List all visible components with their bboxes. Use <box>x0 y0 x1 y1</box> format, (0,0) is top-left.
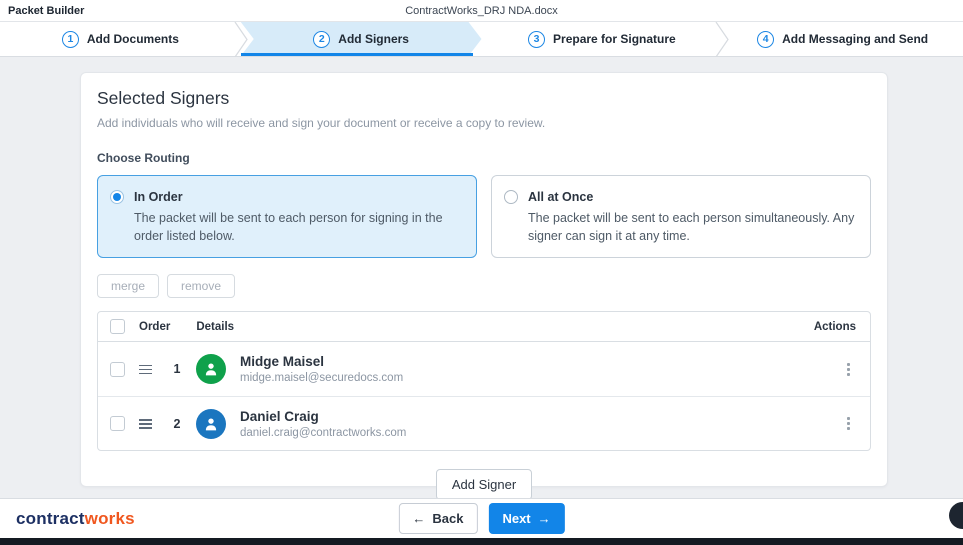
step-number-badge: 4 <box>757 30 775 48</box>
contractworks-logo: contractworks <box>16 509 135 529</box>
radio-selected-icon[interactable] <box>110 190 124 204</box>
chat-widget-button[interactable] <box>949 502 963 529</box>
table-header-row: Order Details Actions <box>98 312 870 343</box>
next-arrow-icon: → <box>537 511 551 526</box>
step-number-badge: 2 <box>313 30 331 48</box>
choose-routing-label: Choose Routing <box>97 151 190 165</box>
step-add-messaging-and-send[interactable]: 4 Add Messaging and Send <box>722 22 963 56</box>
details-column-header: Details <box>196 320 235 333</box>
footer-bar: contractworks ← Back Next → <box>0 498 963 538</box>
next-button[interactable]: Next → <box>488 503 565 534</box>
routing-option-title: All at Once <box>528 190 594 204</box>
signer-order: 1 <box>173 362 181 377</box>
signer-name: Midge Maisel <box>240 354 325 370</box>
main-area: Selected Signers Add individuals who wil… <box>0 58 963 501</box>
next-button-label: Next <box>502 511 531 526</box>
page-subtitle: Add individuals who will receive and sig… <box>97 116 546 130</box>
avatar <box>196 354 226 385</box>
back-button[interactable]: ← Back <box>398 503 478 534</box>
footer-navigation: ← Back Next → <box>398 503 565 534</box>
step-number-badge: 3 <box>528 30 546 48</box>
step-add-signers-active[interactable]: 2 Add Signers <box>240 22 482 56</box>
radio-unselected-icon[interactable] <box>504 190 518 204</box>
app-title: Packet Builder <box>8 4 85 17</box>
document-name: ContractWorks_DRJ NDA.docx <box>405 4 558 17</box>
step-label: Prepare for Signature <box>553 32 676 46</box>
row-checkbox[interactable] <box>110 361 125 377</box>
actions-column-header: Actions <box>813 320 856 333</box>
person-icon <box>205 363 217 376</box>
add-signer-button[interactable]: Add Signer <box>435 469 533 501</box>
back-button-label: Back <box>432 511 464 526</box>
select-all-checkbox[interactable] <box>110 319 125 335</box>
order-column-header: Order <box>139 320 171 333</box>
add-signer-container: Add Signer <box>97 469 871 501</box>
avatar <box>196 408 226 439</box>
signer-email: midge.maisel@securedocs.com <box>240 372 404 385</box>
routing-option-in-order[interactable]: In Order The packet will be sent to each… <box>97 175 477 259</box>
routing-option-all-at-once[interactable]: All at Once The packet will be sent to e… <box>491 175 871 259</box>
bulk-actions: merge remove <box>97 274 871 299</box>
merge-button[interactable]: merge <box>97 274 160 299</box>
table-row: 1 Midge Maisel midge.maisel@securedocs.c… <box>98 342 870 396</box>
logo-part-contract: contract <box>16 508 85 528</box>
signer-name: Daniel Craig <box>240 408 319 424</box>
bottom-accent-bar <box>0 538 963 545</box>
routing-option-title: In Order <box>134 190 183 204</box>
person-icon <box>205 418 217 431</box>
step-wizard: 1 Add Documents 2 Add Signers 3 Prepare … <box>0 22 963 57</box>
active-step-underline <box>240 53 473 56</box>
remove-button[interactable]: remove <box>167 274 236 299</box>
signer-order: 2 <box>173 416 181 431</box>
drag-handle-icon[interactable] <box>137 362 154 378</box>
step-add-documents[interactable]: 1 Add Documents <box>0 22 241 56</box>
page-title: Selected Signers <box>97 88 230 108</box>
drag-handle-icon[interactable] <box>137 416 154 432</box>
table-row: 2 Daniel Craig daniel.craig@contractwork… <box>98 396 870 450</box>
routing-option-description: The packet will be sent to each person s… <box>528 211 855 244</box>
step-prepare-for-signature[interactable]: 3 Prepare for Signature <box>482 22 723 56</box>
step-label: Add Documents <box>86 32 179 46</box>
routing-option-description: The packet will be sent to each person f… <box>134 211 443 244</box>
signer-details: Midge Maisel midge.maisel@securedocs.com <box>240 354 403 384</box>
top-bar: Packet Builder ContractWorks_DRJ NDA.doc… <box>0 0 963 22</box>
signer-details: Daniel Craig daniel.craig@contractworks.… <box>240 409 406 439</box>
row-actions-menu-icon[interactable] <box>841 413 856 434</box>
row-checkbox[interactable] <box>110 416 125 432</box>
routing-options: In Order The packet will be sent to each… <box>97 175 871 259</box>
back-arrow-icon: ← <box>412 511 426 526</box>
step-label: Add Signers <box>338 32 409 46</box>
logo-part-works: works <box>84 508 135 528</box>
signer-email: daniel.craig@contractworks.com <box>240 426 407 439</box>
step-label: Add Messaging and Send <box>782 32 929 46</box>
selected-signers-card: Selected Signers Add individuals who wil… <box>80 72 888 501</box>
row-actions-menu-icon[interactable] <box>841 359 856 380</box>
step-number-badge: 1 <box>61 30 79 48</box>
signers-table: Order Details Actions 1 Midge Maisel mid… <box>97 311 871 452</box>
